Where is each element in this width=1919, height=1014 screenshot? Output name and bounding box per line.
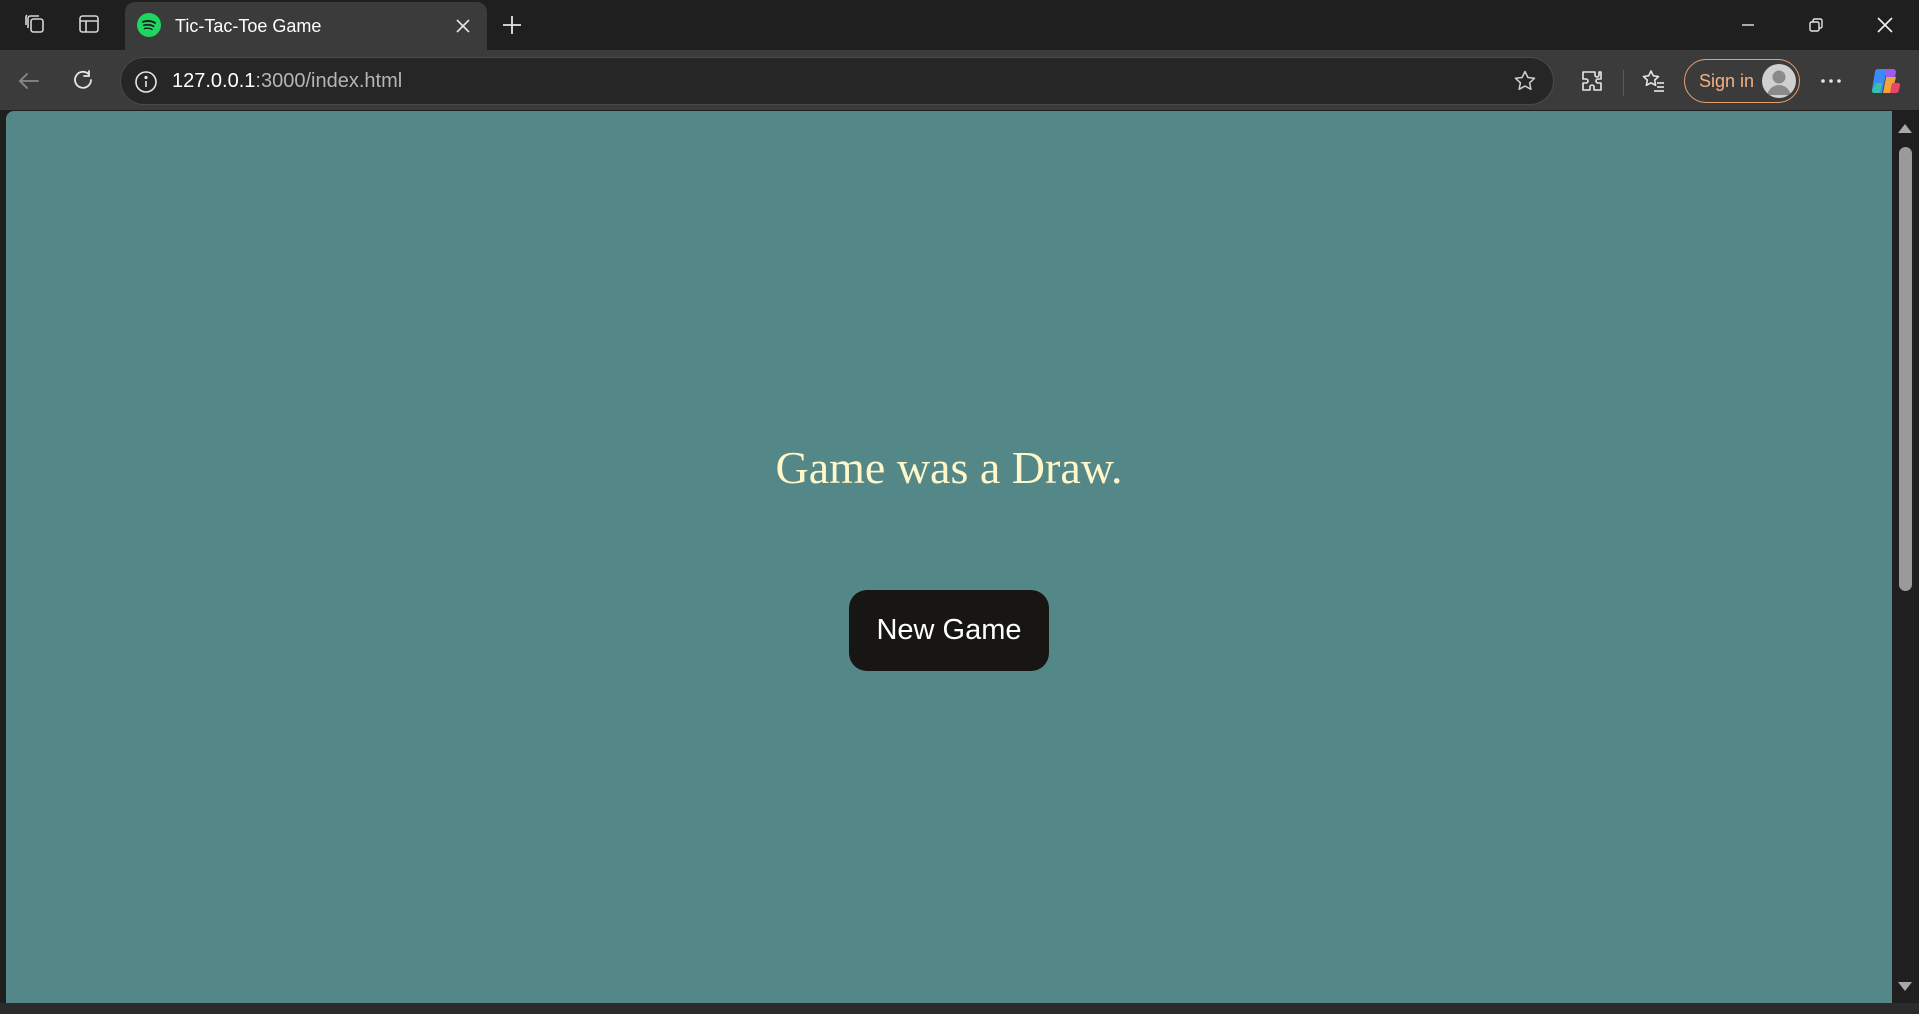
url-host: 127.0.0.1 [172, 70, 256, 92]
browser-toolbar: 127.0.0.1:3000/index.html Sign in [0, 50, 1919, 110]
url-path: :3000/index.html [255, 70, 403, 92]
tab-title: Tic-Tac-Toe Game [175, 16, 322, 36]
toolbar-divider [1623, 70, 1624, 96]
new-game-button[interactable]: New Game [849, 590, 1049, 671]
restore-icon[interactable] [1782, 0, 1850, 50]
tab-actions-icon[interactable] [70, 8, 108, 40]
scroll-thumb[interactable] [1899, 147, 1912, 591]
vertical-scrollbar[interactable] [1892, 111, 1919, 1003]
page-viewport: Game was a Draw. New Game [6, 111, 1892, 1003]
workspaces-icon[interactable] [16, 8, 54, 40]
more-icon[interactable] [1811, 61, 1851, 101]
close-icon[interactable] [449, 12, 477, 40]
close-window-icon[interactable] [1851, 0, 1919, 50]
back-icon[interactable] [10, 62, 48, 100]
minimize-icon[interactable] [1714, 0, 1782, 50]
url-text[interactable]: 127.0.0.1:3000/index.html [172, 58, 402, 104]
extensions-icon[interactable] [1572, 61, 1612, 101]
window-bottom-edge [0, 1003, 1919, 1014]
title-bar: Tic-Tac-Toe Game [0, 0, 1919, 50]
avatar-icon [1762, 64, 1796, 98]
new-tab-icon[interactable] [495, 8, 529, 42]
address-bar[interactable]: 127.0.0.1:3000/index.html [120, 57, 1554, 105]
favorite-star-icon[interactable] [1511, 67, 1539, 95]
sign-in-button[interactable]: Sign in [1684, 59, 1800, 103]
spotify-icon [137, 13, 161, 37]
refresh-icon[interactable] [64, 62, 102, 100]
scroll-down-icon[interactable] [1898, 982, 1912, 991]
scroll-up-icon[interactable] [1898, 124, 1912, 133]
site-info-icon[interactable] [133, 69, 159, 95]
copilot-icon[interactable] [1866, 61, 1906, 101]
active-tab[interactable]: Tic-Tac-Toe Game [125, 2, 487, 50]
game-status-heading: Game was a Draw. [775, 442, 1123, 493]
sign-in-label: Sign in [1699, 71, 1755, 91]
favorites-icon[interactable] [1634, 61, 1674, 101]
